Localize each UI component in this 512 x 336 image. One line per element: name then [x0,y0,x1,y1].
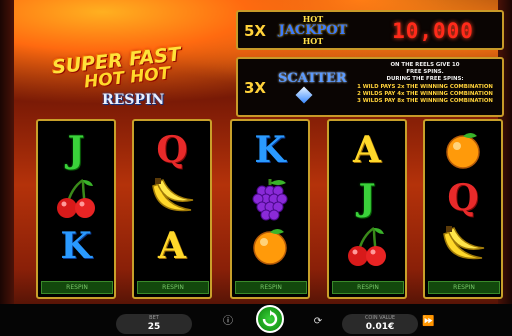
game-logo: SUPER FAST HOT HOT RESPIN [44,43,204,118]
scatter-info: ON THE REELS GIVE 10 FREE SPINS. DURING … [350,62,500,105]
reel-1: J K RESPIN [36,119,116,299]
scatter-multiplier: 3X [244,79,267,97]
logo-respin: RESPIN [102,92,165,108]
symbol-j: J [329,173,405,223]
autoplay-icon[interactable]: ⟳ [312,316,324,328]
jackpot-title: HOT JACKPOT HOT [278,14,348,47]
symbol-letter: K [60,225,92,267]
scatter-info-line: DURING THE FREE SPINS: [386,76,464,83]
turbo-icon[interactable]: ⏩ [422,316,434,328]
symbol-letter: A [353,129,381,171]
coin-value-selector[interactable]: COIN VALUE 0.01€ [342,314,418,334]
scatter-info-line: 2 WILDS PAY 4x THE WINNING COMBINATION [357,90,493,97]
jackpot-multiplier: 5X [244,22,267,40]
symbol-k: K [38,221,114,271]
symbol-letter: J [358,177,376,219]
jackpot-value: 10,000 [392,19,474,43]
symbol-k: K [232,125,308,175]
bet-caption: BET [149,315,159,321]
scatter-title: SCATTER [278,71,347,86]
respin-button-5[interactable]: RESPIN [428,281,500,294]
jackpot-label: JACKPOT [278,23,348,38]
scatter-info-line: 3 WILDS PAY 8x THE WINNING COMBINATION [357,98,493,105]
cherry-icon [329,221,405,271]
banana-icon [425,221,501,271]
orange-icon [425,125,501,175]
reel-3: K RESPIN [230,119,310,299]
scatter-panel: 3X SCATTER ON THE REELS GIVE 10 FREE SPI… [236,57,504,117]
reel-2: Q A RESPIN [132,119,212,299]
spin-button[interactable] [256,305,284,333]
respin-button-1[interactable]: RESPIN [41,281,113,294]
reel-5: Q RESPIN [423,119,503,299]
left-rail [0,0,14,336]
cherry-icon [38,173,114,223]
symbol-a: A [134,221,210,271]
symbol-letter: Q [447,177,479,219]
coin-caption: COIN VALUE [364,315,396,321]
respin-button-3[interactable]: RESPIN [235,281,307,294]
reel-4: A J RESPIN [327,119,407,299]
spin-arrows-icon [262,310,278,327]
respin-button-2[interactable]: RESPIN [137,281,209,294]
symbol-a: A [329,125,405,175]
diamond-icon [295,86,313,104]
bet-value: 25 [147,322,161,332]
scatter-info-line: FREE SPINS. [406,69,444,76]
symbol-j: J [38,125,114,175]
symbol-letter: Q [156,129,188,171]
bet-selector[interactable]: BET 25 [116,314,192,334]
symbol-q: Q [425,173,501,223]
scatter-info-line: ON THE REELS GIVE 10 [390,62,460,68]
info-icon[interactable]: ⓘ [222,316,234,328]
symbol-letter: A [158,225,186,267]
grapes-icon [232,173,308,223]
jackpot-panel: 5X HOT JACKPOT HOT 10,000 [236,10,504,50]
symbol-letter: J [67,129,85,171]
scatter-info-line: 1 WILD PAYS 2x THE WINNING COMBINATION [357,83,493,90]
respin-button-4[interactable]: RESPIN [332,281,404,294]
orange-icon [232,221,308,271]
coin-value: 0.01€ [365,322,395,332]
symbol-letter: K [254,129,286,171]
symbol-q: Q [134,125,210,175]
banana-icon [134,173,210,223]
